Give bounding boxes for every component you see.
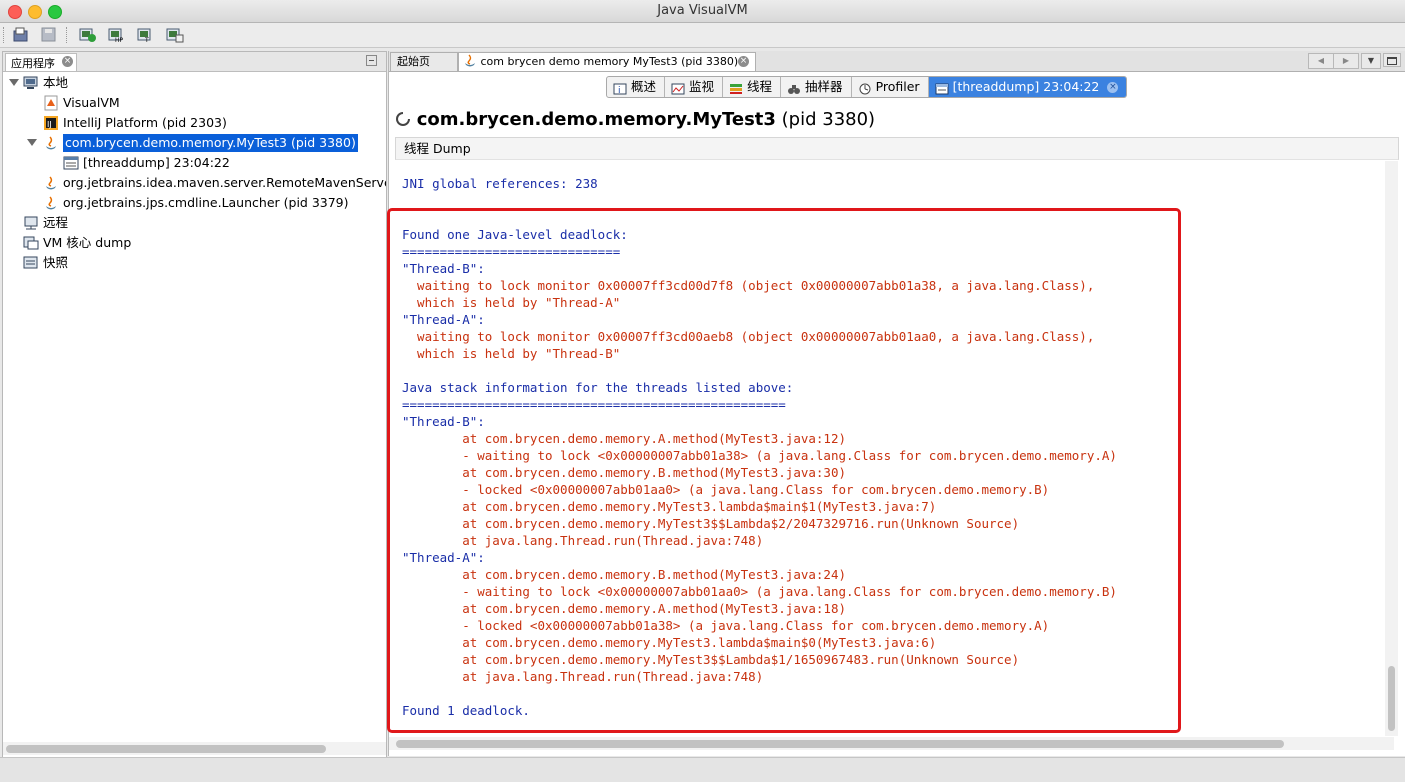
java-app-icon [43,195,59,211]
minimize-panel-icon[interactable] [366,55,377,66]
svg-text:i: i [618,86,621,95]
tree-label-selected: com.brycen.demo.memory.MyTest3 (pid 3380… [63,134,358,152]
svg-text:IJ: IJ [47,120,52,129]
visualvm-icon [43,95,59,111]
intellij-icon: IJ [43,115,59,131]
core-dump-icon [23,235,39,251]
horizontal-scrollbar[interactable] [3,742,386,755]
save-icon[interactable] [40,26,58,43]
dump-line: JNI global references: 238 [402,176,598,191]
scrollbar-thumb[interactable] [396,740,1284,748]
tab-list-dropdown-icon[interactable]: ▼ [1361,53,1381,69]
thread-dump-icon[interactable]: T [137,26,155,44]
add-host-icon[interactable] [166,26,184,43]
applications-tab-bar: 应用程序 × [3,52,386,72]
tree-node-visualvm[interactable]: VisualVM [3,93,383,113]
close-tab-icon[interactable]: × [62,56,73,67]
tree-node-remote[interactable]: 远程 [3,213,383,233]
page-title: com.brycen.demo.memory.MyTest3 (pid 3380… [395,109,875,130]
tree-label: 本地 [43,75,69,90]
vertical-scrollbar[interactable] [1385,161,1398,736]
view-tabs: i 概述 监视 线程 抽样器 Profiler [threaddump] 23:… [606,76,1128,98]
main-toolbar: HP T [0,23,1405,48]
tab-label: Profiler [875,79,920,94]
svg-text:T: T [144,37,149,43]
java-app-icon [463,54,477,68]
add-jmx-icon[interactable] [79,26,97,43]
status-bar [0,757,1405,782]
scroll-tabs-left-icon[interactable]: ◀ [1308,53,1334,69]
overview-icon: i [613,81,627,96]
window-title: Java VisualVM [657,3,748,18]
tree-node-threaddump[interactable]: [threaddump] 23:04:22 [3,153,383,173]
applications-tab[interactable]: 应用程序 × [5,53,77,71]
scroll-tabs-right-icon[interactable]: ▶ [1333,53,1359,69]
tab-label: 抽样器 [805,79,843,94]
title-bar: Java VisualVM [0,0,1405,23]
tab-mytest3[interactable]: com brycen demo memory MyTest3 (pid 3380… [458,52,756,71]
applications-tab-label: 应用程序 [11,57,55,70]
close-tab-icon[interactable]: × [1107,81,1119,93]
tab-threads[interactable]: 线程 [723,77,782,97]
tab-profiler[interactable]: Profiler [852,77,929,97]
horizontal-scrollbar[interactable] [389,737,1394,750]
java-app-icon [43,135,59,151]
tab-monitor[interactable]: 监视 [665,77,724,97]
tab-overview[interactable]: i 概述 [607,77,666,97]
threaddump-icon [935,81,949,95]
toolbar-separator [66,27,68,43]
tree-node-core-dump[interactable]: VM 核心 dump [3,233,383,253]
tree-node-snapshots[interactable]: 快照 [3,253,383,273]
tree-label: org.jetbrains.idea.maven.server.RemoteMa… [63,175,386,190]
tree-node-maven-server[interactable]: org.jetbrains.idea.maven.server.RemoteMa… [3,173,386,193]
monitor-icon [671,81,685,95]
process-pid: (pid 3380) [781,109,876,130]
tab-label: 监视 [689,79,715,94]
sampler-icon [787,81,801,94]
maximize-icon[interactable] [1383,53,1401,67]
scrollbar-thumb[interactable] [6,745,326,753]
scrollbar-thumb[interactable] [1388,666,1395,731]
java-app-icon [43,175,59,191]
threaddump-icon [63,155,79,171]
svg-text:HP: HP [115,37,124,43]
tree-label: VM 核心 dump [43,235,132,250]
computer-icon [23,75,39,91]
tree-node-mytest3[interactable]: com.brycen.demo.memory.MyTest3 (pid 3380… [3,133,383,153]
process-name: com.brycen.demo.memory.MyTest3 [416,109,776,130]
tree-node-jps-launcher[interactable]: org.jetbrains.jps.cmdline.Launcher (pid … [3,193,383,213]
toolbar-grip [3,27,6,43]
heap-dump-icon[interactable]: HP [108,26,126,44]
applications-panel: 应用程序 × 本地 VisualVM IJ IntelliJ Platform … [2,51,387,758]
remote-icon [23,215,39,231]
loading-spinner-icon [395,111,411,127]
document-tab-bar: 起始页 com brycen demo memory MyTest3 (pid … [389,51,1405,72]
tab-label: 概述 [631,79,657,94]
chevron-down-icon[interactable] [27,139,37,146]
tree-node-intellij[interactable]: IJ IntelliJ Platform (pid 2303) [3,113,383,133]
chevron-down-icon[interactable] [9,79,19,86]
section-header: 线程 Dump [395,137,1399,160]
deadlock-highlight-box [387,208,1181,733]
tree-label: IntelliJ Platform (pid 2303) [63,115,227,130]
tree-label: org.jetbrains.jps.cmdline.Launcher (pid … [63,195,349,210]
snapshot-icon [23,255,39,271]
tab-label: 线程 [747,79,773,94]
tab-threaddump[interactable]: [threaddump] 23:04:22 × [928,77,1127,97]
tab-sampler[interactable]: 抽样器 [781,77,852,97]
tab-label: 起始页 [397,55,430,68]
tab-start-page[interactable]: 起始页 [390,52,458,71]
tab-label: com brycen demo memory MyTest3 (pid 3380… [480,55,739,68]
tree-node-local[interactable]: 本地 [3,73,383,93]
threads-icon [729,81,743,94]
profiler-icon [858,81,872,95]
tab-label: [threaddump] 23:04:22 [952,79,1100,94]
tree-label: 远程 [43,215,69,230]
close-tab-icon[interactable]: × [738,56,749,67]
tree-label: VisualVM [63,95,120,110]
tree-label: 快照 [43,255,69,270]
open-file-icon[interactable] [12,26,30,43]
tree-label: [threaddump] 23:04:22 [83,155,230,170]
